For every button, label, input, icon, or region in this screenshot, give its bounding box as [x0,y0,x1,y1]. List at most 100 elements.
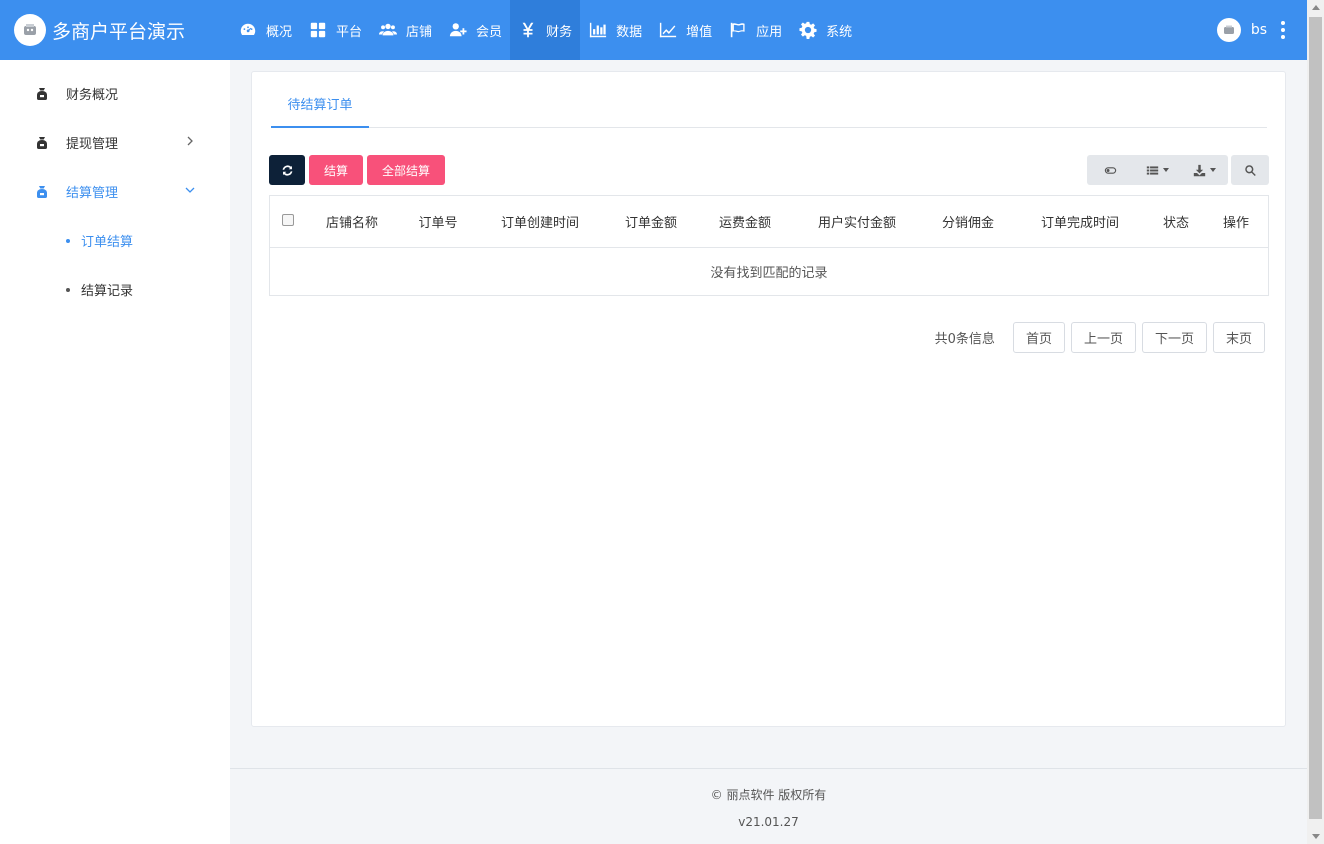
nav-item-label: 平台 [336,24,363,40]
caret-down-icon [1163,168,1169,172]
toggle-icon [1104,166,1117,174]
scrollbar-thumb[interactable] [1309,17,1322,819]
sidebar-subitem-label: 订单结算 [81,235,134,250]
users-icon [378,20,398,40]
search-icon [1244,164,1256,176]
search-button[interactable] [1231,155,1269,185]
header-cell[interactable]: 订单完成时间 [1012,212,1148,231]
tab-bar: 待结算订单 [271,86,1267,128]
pagination: 共0条信息 首页 上一页 下一页 末页 [935,322,1265,353]
export-dropdown-button[interactable] [1181,155,1228,185]
nav-item-label: 会员 [476,24,503,40]
settle-all-button[interactable]: 全部结算 [367,155,446,185]
brand-logo-icon [14,14,46,46]
nav-item-value-added[interactable]: 增值 [650,0,720,60]
toggle-view-button[interactable] [1087,155,1134,185]
money-bag-icon [34,184,50,200]
dashboard-icon [238,20,258,40]
sidebar-subitem-label: 结算记录 [81,284,134,299]
top-navbar: 多商户平台演示 概况 平台 店铺 会员 财务 数据 增值 应用 系统 bs [0,0,1307,60]
header-cell[interactable]: 运费金额 [700,212,790,231]
settle-button[interactable]: 结算 [309,155,364,185]
nav-item-label: 应用 [756,24,783,40]
avatar [1216,18,1241,42]
orders-table: 店铺名称 订单号 订单创建时间 订单金额 运费金额 用户实付金额 分销佣金 订单… [269,195,1269,296]
nav-item-label: 财务 [546,24,573,40]
footer: © 丽点软件 版权所有 v21.01.27 [230,768,1307,844]
main-nav: 概况 平台 店铺 会员 财务 数据 增值 应用 系统 [230,0,860,60]
chevron-right-icon [187,136,193,146]
nav-item-finance[interactable]: 财务 [510,0,581,60]
header-cell-select [270,213,306,230]
sidebar-item-label: 结算管理 [66,186,119,201]
brand[interactable]: 多商户平台演示 [0,0,230,60]
sidebar-item-withdraw-management[interactable]: 提现管理 [0,118,230,167]
sidebar-subitem-order-settlement[interactable]: 订单结算 [0,216,230,265]
select-all-checkbox[interactable] [282,213,294,226]
table-empty-row: 没有找到匹配的记录 [270,248,1268,295]
refresh-icon [282,164,292,176]
chevron-down-icon [185,187,195,193]
toolbar-left: 结算 全部结算 [269,155,446,185]
user-menu[interactable]: bs [1216,0,1285,60]
header-cell[interactable]: 状态 [1148,212,1204,231]
page-scrollbar[interactable] [1307,0,1324,844]
header-cell[interactable]: 分销佣金 [924,212,1012,231]
caret-down-icon [1210,168,1216,172]
header-cell[interactable]: 订单号 [398,212,478,231]
prev-page-button[interactable]: 上一页 [1070,322,1136,353]
sidebar-item-settlement-management[interactable]: 结算管理 [0,167,230,216]
bar-chart-icon [588,20,608,40]
refresh-button[interactable] [269,155,305,185]
first-page-button[interactable]: 首页 [1012,322,1065,353]
money-bag-icon [34,135,50,151]
header-cell[interactable]: 店铺名称 [306,212,398,231]
table-header: 店铺名称 订单号 订单创建时间 订单金额 运费金额 用户实付金额 分销佣金 订单… [270,196,1268,248]
scroll-up-icon[interactable] [1312,5,1320,10]
tab-pending-settlement-orders[interactable]: 待结算订单 [271,86,369,128]
content-card: 待结算订单 结算 全部结算 店铺名称 订单号 订单创建时间 订单金额 运费金额 … [251,71,1286,727]
nav-item-label: 概况 [266,24,293,40]
grid-icon [308,20,328,40]
download-icon [1193,164,1206,176]
sidebar: 财务概况 提现管理 结算管理 订单结算 结算记录 [0,60,230,844]
line-chart-icon [658,20,678,40]
nav-item-label: 系统 [826,24,853,40]
nav-item-data[interactable]: 数据 [580,0,650,60]
nav-item-store[interactable]: 店铺 [370,0,440,60]
money-bag-icon [34,86,50,102]
footer-version: v21.01.27 [738,815,799,829]
list-icon [1146,165,1159,175]
header-cell[interactable]: 操作 [1204,212,1268,231]
nav-item-overview[interactable]: 概况 [230,0,300,60]
bullet-dot [66,238,70,243]
sidebar-item-label: 提现管理 [66,137,119,152]
next-page-button[interactable]: 下一页 [1141,322,1207,353]
scroll-down-icon[interactable] [1312,834,1320,839]
nav-item-apps[interactable]: 应用 [720,0,790,60]
nav-item-system[interactable]: 系统 [790,0,860,60]
empty-message: 没有找到匹配的记录 [710,266,828,281]
header-cell[interactable]: 订单创建时间 [478,212,602,231]
columns-dropdown-button[interactable] [1134,155,1181,185]
sidebar-subitem-settlement-records[interactable]: 结算记录 [0,265,230,314]
footer-copyright: © 丽点软件 版权所有 [710,788,827,802]
last-page-button[interactable]: 末页 [1212,322,1265,353]
table-tools-group [1087,155,1228,185]
sidebar-item-finance-overview[interactable]: 财务概况 [0,69,230,118]
more-vertical-icon[interactable] [1281,21,1285,39]
yen-icon [518,20,538,40]
gear-icon [798,20,818,40]
user-plus-icon [448,20,468,40]
nav-item-label: 店铺 [406,24,433,40]
nav-item-member[interactable]: 会员 [440,0,510,60]
user-name: bs [1250,22,1267,38]
sidebar-item-label: 财务概况 [66,88,119,103]
header-cell[interactable]: 订单金额 [602,212,700,231]
nav-item-platform[interactable]: 平台 [300,0,370,60]
nav-item-label: 增值 [686,24,713,40]
bullet-dot [66,287,70,292]
header-cell[interactable]: 用户实付金额 [790,212,924,231]
pagination-info: 共0条信息 [934,332,995,347]
brand-title: 多商户平台演示 [52,20,186,43]
